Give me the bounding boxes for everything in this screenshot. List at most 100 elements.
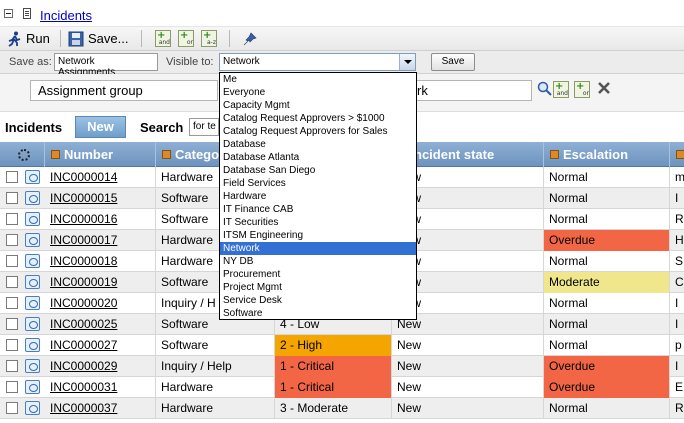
dropdown-option-selected[interactable]: Network	[220, 242, 416, 255]
sort-icon: + a-z	[201, 30, 217, 47]
collapse-icon[interactable]	[4, 9, 13, 18]
row-checkbox[interactable]	[6, 234, 18, 246]
row-checkbox[interactable]	[6, 402, 18, 414]
save-label: Save...	[88, 31, 129, 46]
visible-to-select[interactable]: Network	[219, 53, 416, 71]
value-input[interactable]: rk	[416, 80, 532, 101]
field-select[interactable]: Assignment group	[30, 80, 218, 101]
priority-cell: 1 - Critical	[275, 356, 392, 377]
dropdown-option[interactable]: IT Finance CAB	[220, 203, 416, 216]
incident-number-link[interactable]: INC0000018	[50, 254, 117, 268]
row-checkbox[interactable]	[6, 381, 18, 393]
dropdown-option[interactable]: Procurement	[220, 268, 416, 281]
column-header-assigned-to[interactable]	[670, 142, 684, 167]
table-row: INC0000027 Software 2 - High New Normal …	[0, 335, 684, 356]
dropdown-option[interactable]: Database	[220, 138, 416, 151]
title-bar: Incidents	[0, 0, 684, 27]
dropdown-option[interactable]: Catalog Request Approvers for Sales	[220, 125, 416, 138]
incident-number-link[interactable]: INC0000019	[50, 275, 117, 289]
row-checkbox[interactable]	[6, 318, 18, 330]
add-and-icon[interactable]: + and	[553, 81, 569, 98]
dropdown-option[interactable]: ITSM Engineering	[220, 229, 416, 242]
dropdown-option[interactable]: Project Mgmt	[220, 281, 416, 294]
incident-number-link[interactable]: INC0000016	[50, 212, 117, 226]
dropdown-option[interactable]: NY DB	[220, 255, 416, 268]
preview-icon[interactable]	[25, 359, 40, 373]
toolbar: Run Save... + and + or + a-z	[0, 27, 684, 51]
run-button[interactable]: Run	[6, 29, 50, 48]
column-header-escalation[interactable]: Escalation	[544, 142, 670, 167]
delete-icon[interactable]	[597, 81, 611, 95]
dropdown-option[interactable]: Capacity Mgmt	[220, 99, 416, 112]
column-header-number[interactable]: Number	[45, 142, 156, 167]
assigned-cell: p	[675, 338, 682, 352]
preview-icon[interactable]	[25, 317, 40, 331]
incident-number-link[interactable]: INC0000029	[50, 359, 117, 373]
category-cell: Hardware	[156, 398, 275, 419]
add-sort-button[interactable]: + a-z	[201, 29, 217, 48]
row-checkbox[interactable]	[6, 297, 18, 309]
search-input[interactable]: for te	[189, 118, 219, 136]
visible-to-dropdown-list[interactable]: Me Everyone Capacity Mgmt Catalog Reques…	[219, 72, 417, 320]
state-cell: New	[392, 377, 544, 398]
preview-icon[interactable]	[25, 233, 40, 247]
escalation-cell: Normal	[544, 209, 670, 230]
escalation-cell: Normal	[544, 335, 670, 356]
document-icon	[23, 8, 31, 19]
incident-number-link[interactable]: INC0000015	[50, 191, 117, 205]
save-filter-button[interactable]: Save	[431, 53, 475, 71]
escalation-cell: Overdue	[544, 230, 670, 251]
save-button[interactable]: Save...	[68, 29, 128, 48]
add-and-condition-button[interactable]: + and	[155, 29, 171, 48]
row-checkbox[interactable]	[6, 192, 18, 204]
dropdown-option[interactable]: Database Atlanta	[220, 151, 416, 164]
preview-icon[interactable]	[25, 401, 40, 415]
incident-number-link[interactable]: INC0000031	[50, 380, 117, 394]
preview-icon[interactable]	[25, 191, 40, 205]
preview-icon[interactable]	[25, 338, 40, 352]
row-checkbox[interactable]	[6, 213, 18, 225]
list-title: Incidents	[5, 120, 63, 135]
chevron-down-icon[interactable]	[399, 54, 415, 70]
page-title-link[interactable]: Incidents	[40, 8, 92, 23]
preview-icon[interactable]	[25, 212, 40, 226]
dropdown-option[interactable]: Service Desk	[220, 294, 416, 307]
preview-icon[interactable]	[25, 275, 40, 289]
row-checkbox[interactable]	[6, 360, 18, 372]
visible-to-label: Visible to:	[166, 56, 214, 68]
dropdown-option[interactable]: Field Services	[220, 177, 416, 190]
new-button[interactable]: New	[75, 116, 126, 138]
incident-number-link[interactable]: INC0000014	[50, 170, 117, 184]
toolbar-divider	[229, 30, 230, 47]
incident-number-link[interactable]: INC0000025	[50, 317, 117, 331]
preview-icon[interactable]	[25, 170, 40, 184]
dropdown-option[interactable]: IT Securities	[220, 216, 416, 229]
add-or-condition-button[interactable]: + or	[178, 29, 194, 48]
save-as-input[interactable]: Network Assignments	[54, 53, 158, 78]
column-settings-button[interactable]	[0, 142, 45, 167]
row-checkbox[interactable]	[6, 171, 18, 183]
search-icon[interactable]	[537, 81, 552, 96]
row-checkbox[interactable]	[6, 339, 18, 351]
assigned-cell: R	[675, 401, 684, 415]
preview-icon[interactable]	[25, 380, 40, 394]
preview-icon[interactable]	[25, 254, 40, 268]
incident-number-link[interactable]: INC0000017	[50, 233, 117, 247]
dropdown-option[interactable]: Everyone	[220, 86, 416, 99]
toolbar-divider	[141, 30, 142, 47]
save-filter-row: Save as: Network Assignments Visible to:…	[0, 51, 684, 78]
dropdown-option[interactable]: Hardware	[220, 190, 416, 203]
pin-button[interactable]	[243, 29, 257, 48]
incident-number-link[interactable]: INC0000027	[50, 338, 117, 352]
dropdown-option[interactable]: Catalog Request Approvers > $1000	[220, 112, 416, 125]
runner-icon	[8, 31, 21, 47]
row-checkbox[interactable]	[6, 255, 18, 267]
preview-icon[interactable]	[25, 296, 40, 310]
row-checkbox[interactable]	[6, 276, 18, 288]
add-or-icon[interactable]: + or	[574, 81, 590, 98]
dropdown-option[interactable]: Database San Diego	[220, 164, 416, 177]
incident-number-link[interactable]: INC0000037	[50, 401, 117, 415]
dropdown-option[interactable]: Software	[220, 307, 416, 320]
dropdown-option[interactable]: Me	[220, 73, 416, 86]
incident-number-link[interactable]: INC0000020	[50, 296, 117, 310]
